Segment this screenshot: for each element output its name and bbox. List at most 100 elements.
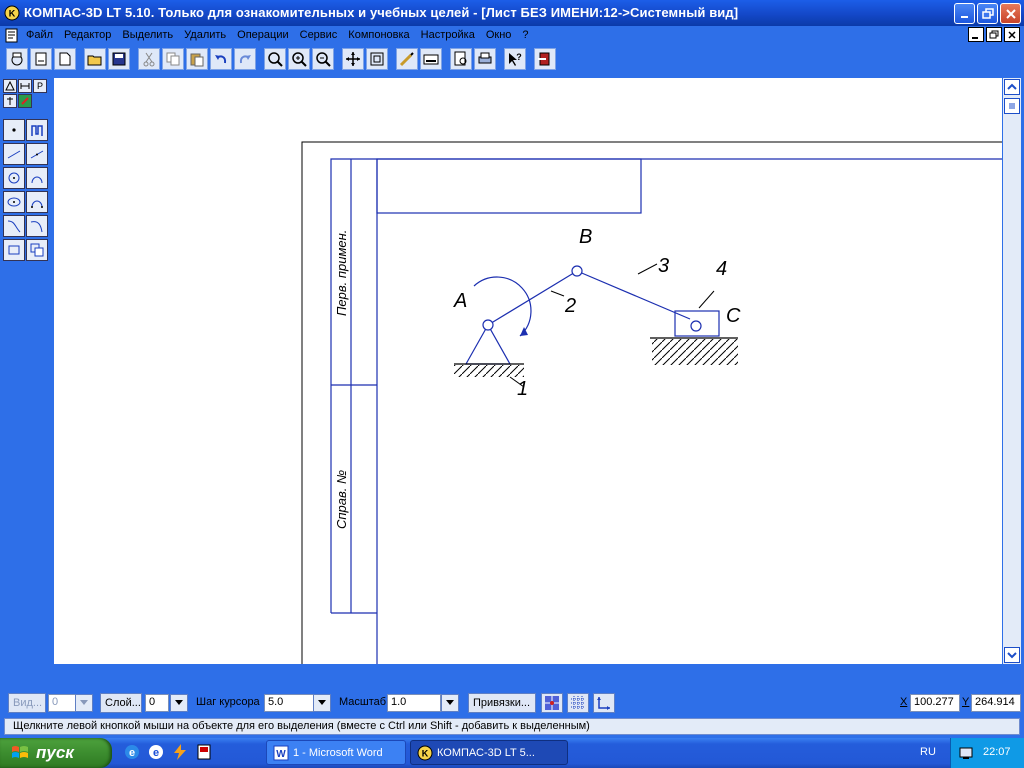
copy-button[interactable]	[162, 48, 184, 70]
bezier-curve-button[interactable]	[3, 215, 25, 237]
kompas-app-icon: K	[417, 745, 433, 760]
new-sheet-button[interactable]	[30, 48, 52, 70]
view-field[interactable]: 0	[48, 694, 76, 712]
grid-button[interactable]	[567, 693, 589, 713]
doc-restore-button[interactable]	[986, 27, 1002, 42]
quick-launch-winamp[interactable]	[170, 742, 190, 762]
geometry-tab-icon[interactable]	[3, 79, 17, 93]
view-dropdown[interactable]	[75, 694, 93, 712]
start-button[interactable]: пуск	[0, 738, 112, 768]
save-button[interactable]	[108, 48, 130, 70]
layer-button[interactable]: Слой...	[100, 693, 142, 713]
arc-three-points-button[interactable]	[26, 191, 48, 213]
drawing-canvas[interactable]: Перв. примен. Справ. № A B C 1 2 3 4	[54, 78, 1002, 664]
menu-delete[interactable]: Удалить	[184, 29, 226, 41]
circle-button[interactable]	[3, 167, 25, 189]
edit-tab-icon[interactable]	[18, 94, 32, 108]
parallel-segment-button[interactable]	[26, 143, 48, 165]
quick-launch-outlook[interactable]: e	[146, 742, 166, 762]
svg-text:e: e	[129, 747, 135, 759]
new-drawing-icon	[11, 52, 23, 66]
zoom-out-icon	[316, 52, 331, 67]
rectangle-button[interactable]	[3, 239, 25, 261]
point-button[interactable]	[3, 119, 25, 141]
print-preview-button[interactable]	[450, 48, 472, 70]
language-indicator[interactable]: RU	[920, 746, 936, 758]
cursor-step-field[interactable]: 5.0	[264, 694, 314, 712]
layer-dropdown[interactable]	[170, 694, 188, 712]
zoom-window-button[interactable]	[264, 48, 286, 70]
quick-launch-media[interactable]	[194, 742, 214, 762]
y-coord-field[interactable]: 264.914	[971, 694, 1021, 712]
scale-dropdown[interactable]	[441, 694, 459, 712]
parameters-tab[interactable]: P	[33, 79, 47, 93]
new-drawing-button[interactable]	[6, 48, 28, 70]
help-context-icon: ?	[509, 52, 522, 66]
segment-button[interactable]	[3, 143, 25, 165]
menu-layout[interactable]: Компоновка	[348, 29, 409, 41]
open-button[interactable]	[84, 48, 106, 70]
network-icon[interactable]	[959, 746, 973, 760]
task-kompas[interactable]: K КОМПАС-3D LT 5...	[410, 740, 568, 765]
spline-button[interactable]	[26, 215, 48, 237]
menu-operations[interactable]: Операции	[237, 29, 288, 41]
scroll-thumb[interactable]	[1004, 98, 1020, 114]
undo-button[interactable]	[210, 48, 232, 70]
clock[interactable]: 22:07	[983, 746, 1011, 758]
ie-icon: e	[125, 745, 139, 759]
stamp-reference-no: Справ. №	[334, 470, 349, 529]
document-menu-icon[interactable]	[5, 28, 19, 43]
exit-button[interactable]	[534, 48, 556, 70]
local-cs-button[interactable]	[593, 693, 615, 713]
dimensions-tab-icon[interactable]	[18, 79, 32, 93]
menu-window[interactable]: Окно	[486, 29, 512, 41]
message-bar: Щелкните левой кнопкой мыши на объекте д…	[0, 717, 1024, 736]
menu-service[interactable]: Сервис	[300, 29, 338, 41]
menu-file[interactable]: Файл	[26, 29, 53, 41]
menu-editor[interactable]: Редактор	[64, 29, 111, 41]
pan-button[interactable]	[342, 48, 364, 70]
layer-field[interactable]: 0	[145, 694, 169, 712]
zoom-out-button[interactable]	[312, 48, 334, 70]
close-button[interactable]	[1000, 3, 1021, 24]
exit-icon	[538, 52, 550, 66]
cut-button[interactable]	[138, 48, 160, 70]
ellipse-button[interactable]	[3, 191, 25, 213]
new-document-button[interactable]	[54, 48, 76, 70]
hatch-button[interactable]	[26, 239, 48, 261]
paste-button[interactable]	[186, 48, 208, 70]
tools-button[interactable]	[420, 48, 442, 70]
cursor-step-dropdown[interactable]	[313, 694, 331, 712]
redo-button[interactable]	[234, 48, 256, 70]
task-word[interactable]: W 1 - Microsoft Word	[266, 740, 406, 765]
view-button[interactable]: Вид...	[8, 693, 46, 713]
doc-minimize-button[interactable]	[968, 27, 984, 42]
doc-close-button[interactable]	[1004, 27, 1020, 42]
print-button[interactable]	[474, 48, 496, 70]
chevron-down-icon	[446, 700, 454, 705]
quick-launch-ie[interactable]: e	[122, 742, 142, 762]
zoom-all-button[interactable]	[366, 48, 388, 70]
coordinate-system-icon	[597, 697, 610, 710]
measure-tab-icon[interactable]	[3, 94, 17, 108]
menu-help[interactable]: ?	[522, 29, 528, 41]
auxiliary-curve-button[interactable]	[26, 119, 48, 141]
snaps-button[interactable]: Привязки...	[468, 693, 536, 713]
zoom-in-button[interactable]	[288, 48, 310, 70]
arc-button[interactable]	[26, 167, 48, 189]
segment-icon	[7, 150, 21, 159]
redo-icon	[239, 55, 251, 64]
properties-button[interactable]	[396, 48, 418, 70]
menu-settings[interactable]: Настройка	[421, 29, 475, 41]
menu-select[interactable]: Выделить	[122, 29, 173, 41]
x-coord-field[interactable]: 100.277	[910, 694, 960, 712]
help-context-button[interactable]: ?	[504, 48, 526, 70]
grid-snap-button[interactable]	[541, 693, 563, 713]
restore-button[interactable]	[977, 3, 998, 24]
minimize-button[interactable]	[954, 3, 975, 24]
print-icon	[478, 52, 492, 64]
scroll-up-button[interactable]	[1004, 79, 1020, 95]
scale-field[interactable]: 1.0	[387, 694, 441, 712]
vertical-scrollbar[interactable]	[1003, 78, 1021, 664]
scroll-down-button[interactable]	[1004, 647, 1020, 663]
